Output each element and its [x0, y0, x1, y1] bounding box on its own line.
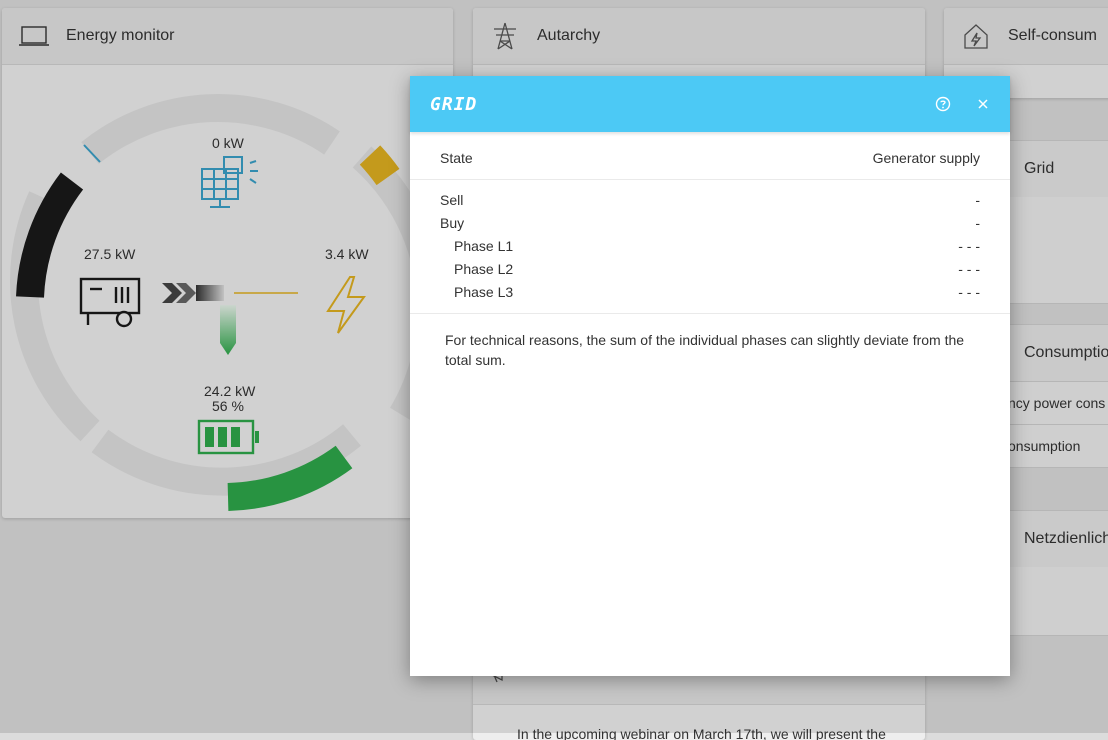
- phase-l2-label: Phase L2: [454, 260, 514, 277]
- help-button[interactable]: [932, 93, 954, 115]
- phase-row: Phase L3 - - -: [410, 280, 1010, 303]
- sell-row: Sell -: [410, 188, 1010, 211]
- sell-label: Sell: [440, 191, 464, 208]
- phase-l2-value: - - -: [958, 260, 980, 277]
- help-icon: [935, 96, 951, 112]
- state-label: State: [440, 149, 473, 166]
- phase-deviation-note: For technical reasons, the sum of the in…: [445, 332, 965, 368]
- sell-value: -: [975, 191, 980, 208]
- phase-l1-label: Phase L1: [454, 237, 514, 254]
- phase-l1-value: - - -: [958, 237, 980, 254]
- phase-row: Phase L1 - - -: [410, 234, 1010, 257]
- state-value: Generator supply: [872, 149, 980, 166]
- grid-modal-title: GRID: [430, 93, 478, 115]
- state-row: State Generator supply: [410, 146, 1010, 169]
- close-button[interactable]: [972, 93, 994, 115]
- phase-row: Phase L2 - - -: [410, 257, 1010, 280]
- phase-l3-value: - - -: [958, 283, 980, 300]
- buy-label: Buy: [440, 214, 465, 231]
- grid-modal: GRID State Generator supply Sell - Buy -…: [410, 76, 1010, 676]
- buy-value: -: [975, 214, 980, 231]
- buy-row: Buy -: [410, 211, 1010, 234]
- modal-actions: [932, 93, 994, 115]
- close-icon: [978, 99, 988, 109]
- grid-modal-header: GRID: [410, 76, 1010, 132]
- phase-l3-label: Phase L3: [454, 283, 514, 300]
